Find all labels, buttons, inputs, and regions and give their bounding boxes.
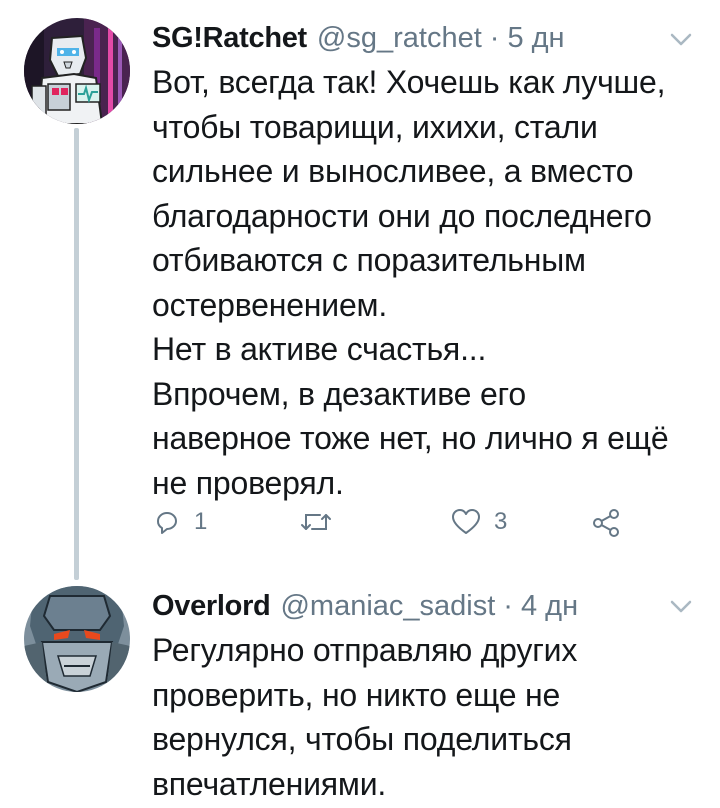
share-icon: [590, 507, 622, 537]
tweet-line: сильнее и выносливее, а вместо: [152, 153, 634, 189]
tweet-line: вернулся, чтобы поделиться: [152, 721, 572, 757]
reply-icon: [152, 507, 182, 537]
separator-dot: ·: [503, 589, 513, 622]
share-button[interactable]: [590, 500, 622, 544]
tweet-line: Вот, всегда так! Хочешь как лучше,: [152, 64, 666, 100]
tweet-line: Впрочем, в дезактиве его: [152, 375, 526, 412]
tweet-line: отбиваются с поразительным: [152, 242, 586, 278]
tweet-line: остервенением.: [152, 286, 388, 323]
avatar-overlord[interactable]: [24, 586, 130, 692]
avatar-image: [24, 586, 130, 692]
tweet-line: чтобы товарищи, ихихи, стали: [152, 108, 598, 145]
tweet-sg-ratchet[interactable]: SG!Ratchet @sg_ratchet · 5 дн Вот, всегд…: [0, 0, 720, 580]
separator-dot: ·: [489, 21, 500, 54]
chevron-down-icon[interactable]: [668, 597, 694, 617]
user-handle[interactable]: @sg_ratchet: [317, 22, 482, 55]
timestamp[interactable]: 4 дн: [521, 590, 578, 623]
thread-line: [74, 128, 79, 580]
heart-icon: [450, 507, 482, 537]
tweet-line: не проверял.: [152, 464, 344, 501]
tweet-line: впечатлениями.: [152, 765, 387, 802]
tweet-line: наверное тоже нет, но лично я ещё: [152, 420, 669, 456]
timestamp[interactable]: 5 дн: [507, 22, 564, 55]
tweet-actions: 1 3: [152, 500, 652, 544]
like-count: 3: [494, 508, 508, 535]
like-button[interactable]: 3: [450, 500, 507, 544]
tweet-header: Overlord @maniac_sadist · 4 дн: [152, 586, 578, 626]
tweet-line: Нет в активе счастья...: [152, 331, 487, 367]
display-name[interactable]: Overlord: [152, 590, 271, 623]
user-handle[interactable]: @maniac_sadist: [280, 590, 495, 623]
tweet-line: благодарности они до последнего: [152, 197, 652, 234]
tweet-header: SG!Ratchet @sg_ratchet · 5 дн: [152, 18, 565, 58]
tweet-line: проверить, но никто еще не: [152, 676, 561, 713]
reply-count: 1: [194, 508, 208, 535]
tweet-text: Вот, всегда так! Хочешь как лучше, чтобы…: [152, 60, 707, 505]
chevron-down-icon[interactable]: [668, 30, 694, 50]
tweet-line: Регулярно отправляю других: [152, 632, 578, 668]
avatar-image: [24, 18, 130, 124]
retweet-button[interactable]: [298, 500, 346, 544]
avatar-sg-ratchet[interactable]: [24, 18, 130, 124]
reply-button[interactable]: 1: [152, 500, 207, 544]
retweet-icon: [298, 507, 334, 537]
tweet-text: Регулярно отправляю других проверить, но…: [152, 628, 707, 806]
display-name[interactable]: SG!Ratchet: [152, 22, 307, 55]
